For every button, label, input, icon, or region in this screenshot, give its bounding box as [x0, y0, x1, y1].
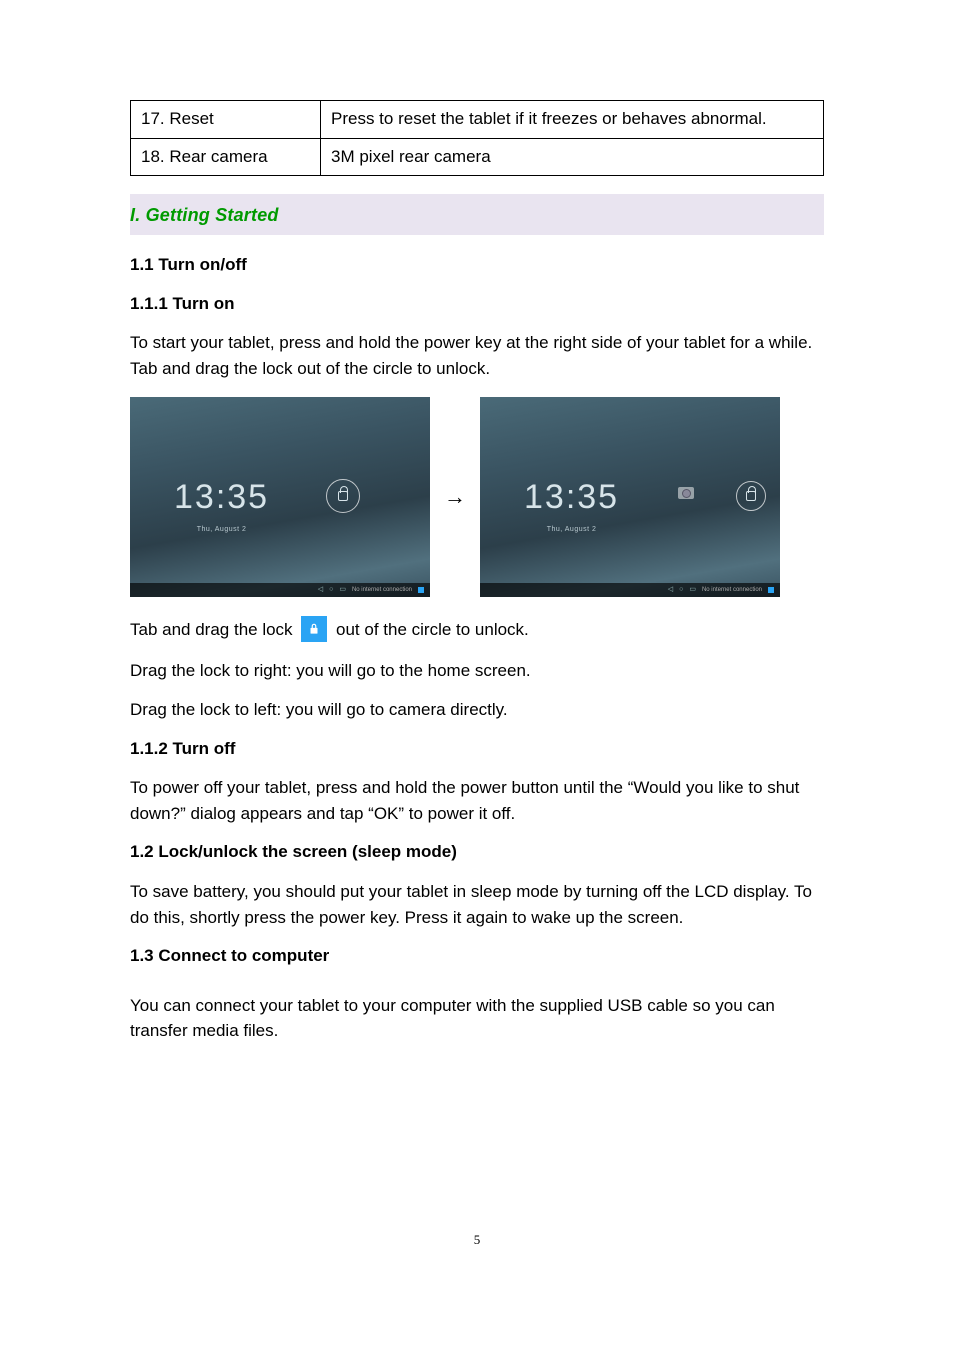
spec-name-cell: 17. Reset: [131, 101, 321, 139]
paragraph-lock-screen: To save battery, you should put your tab…: [130, 879, 824, 930]
unlock-ring: [736, 481, 766, 511]
clock-date: Thu, August 2: [524, 525, 619, 535]
unlock-icon: [746, 491, 756, 501]
screenshot-row: 13:35 Thu, August 2 ◁ ○ ▭ No internet co…: [130, 397, 824, 597]
lockscreen-after: 13:35 Thu, August 2 ◁ ○ ▭ No internet co…: [480, 397, 780, 597]
lock-icon: [338, 491, 348, 501]
clock-date: Thu, August 2: [174, 525, 269, 535]
section-header: I. Getting Started: [130, 194, 824, 235]
lockline-a: Tab and drag the lock: [130, 620, 297, 639]
spec-desc-cell: Press to reset the tablet if it freezes …: [321, 101, 824, 139]
heading-1-1-2: 1.1.2 Turn off: [130, 737, 824, 762]
heading-1-1-1: 1.1.1 Turn on: [130, 292, 824, 317]
paragraph-turn-on: To start your tablet, press and hold the…: [130, 330, 824, 381]
page-number: 5: [130, 1231, 824, 1250]
notification-dot: [768, 587, 774, 593]
home-icon: ○: [679, 585, 683, 595]
heading-1-1: 1.1 Turn on/off: [130, 253, 824, 278]
notification-dot: [418, 587, 424, 593]
lockscreen-before: 13:35 Thu, August 2 ◁ ○ ▭ No internet co…: [130, 397, 430, 597]
table-row: 17. Reset Press to reset the tablet if i…: [131, 101, 824, 139]
lockline-b: out of the circle to unlock.: [336, 620, 529, 639]
spec-desc-cell: 3M pixel rear camera: [321, 138, 824, 176]
heading-1-3: 1.3 Connect to computer: [130, 944, 824, 969]
status-bar: ◁ ○ ▭ No internet connection: [130, 583, 430, 597]
table-row: 18. Rear camera 3M pixel rear camera: [131, 138, 824, 176]
home-icon: ○: [329, 585, 333, 595]
heading-1-2: 1.2 Lock/unlock the screen (sleep mode): [130, 840, 824, 865]
recent-icon: ▭: [339, 585, 346, 595]
paragraph-drag-right: Drag the lock to right: you will go to t…: [130, 658, 824, 684]
inline-lock-icon: [301, 616, 327, 642]
paragraph-drag-left: Drag the lock to left: you will go to ca…: [130, 697, 824, 723]
paragraph-turn-off: To power off your tablet, press and hold…: [130, 775, 824, 826]
clock-widget: 13:35 Thu, August 2: [524, 473, 619, 534]
clock-time: 13:35: [524, 473, 619, 522]
specs-table: 17. Reset Press to reset the tablet if i…: [130, 100, 824, 176]
back-icon: ◁: [318, 585, 323, 595]
clock-widget: 13:35 Thu, August 2: [174, 473, 269, 534]
paragraph-connect: You can connect your tablet to your comp…: [130, 993, 824, 1044]
spec-name-cell: 18. Rear camera: [131, 138, 321, 176]
status-bar: ◁ ○ ▭ No internet connection: [480, 583, 780, 597]
arrow-icon: →: [444, 481, 466, 513]
camera-icon: [678, 487, 694, 499]
section-title: I. Getting Started: [130, 205, 279, 225]
lock-ring: [326, 479, 360, 513]
status-text: No internet connection: [352, 586, 412, 595]
status-text: No internet connection: [702, 586, 762, 595]
clock-time: 13:35: [174, 473, 269, 522]
back-icon: ◁: [668, 585, 673, 595]
recent-icon: ▭: [689, 585, 696, 595]
paragraph-lock-inline: Tab and drag the lock out of the circle …: [130, 617, 824, 644]
